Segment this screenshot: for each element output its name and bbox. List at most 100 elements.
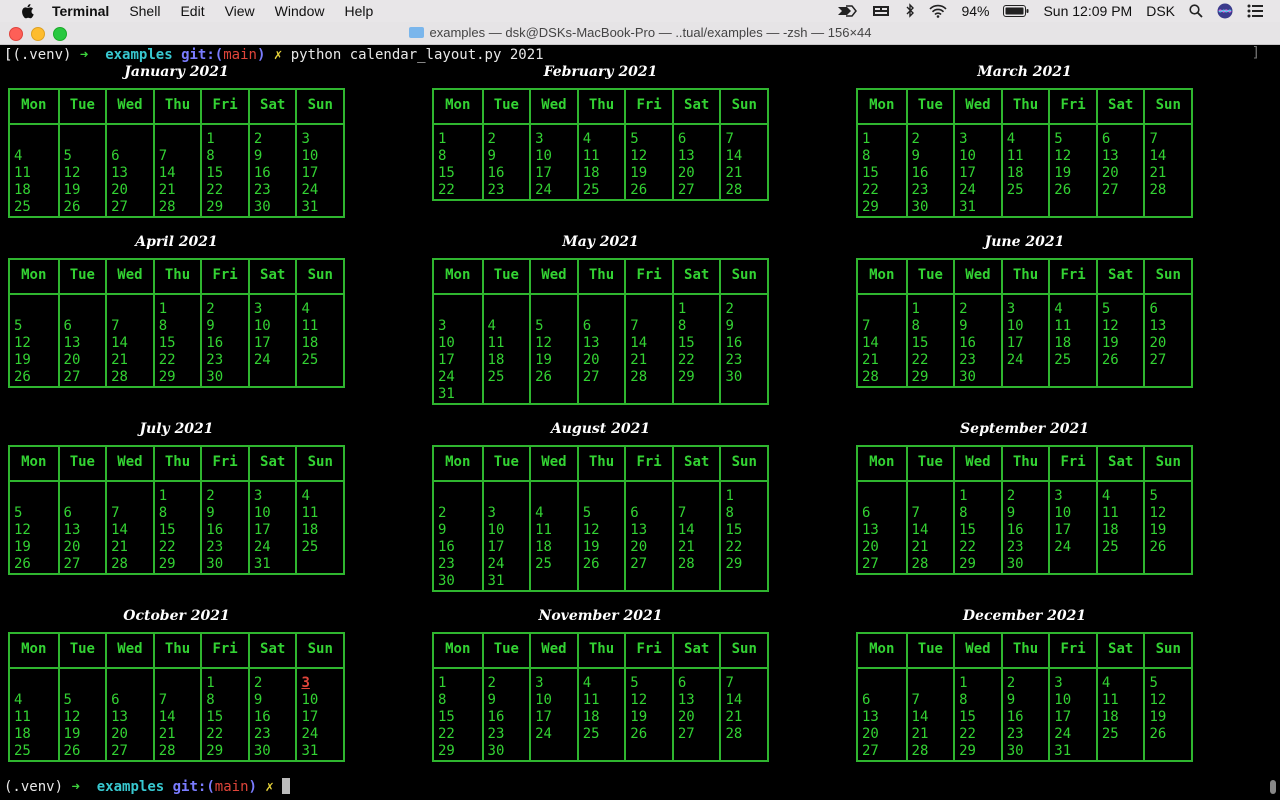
- weekday-label: Wed: [105, 260, 153, 293]
- weekday-label: Mon: [21, 97, 47, 113]
- wifi-icon[interactable]: [929, 4, 948, 18]
- day-cell: 13: [1101, 148, 1119, 164]
- day-column: 4 11 18 25: [1048, 295, 1096, 386]
- day-cell: 30: [438, 573, 455, 589]
- terminal-content[interactable]: ] [(.venv) ➜ examples git:(main) ✗ pytho…: [0, 45, 1280, 800]
- weekday-label: Sat: [671, 447, 720, 480]
- menu-window[interactable]: Window: [265, 0, 335, 22]
- day-cell: 12: [1101, 318, 1119, 334]
- weekday-label: Mon: [21, 454, 47, 470]
- day-cell: 13: [63, 522, 81, 538]
- weekday-label: Sun: [295, 447, 343, 480]
- menu-user[interactable]: DSK: [1146, 3, 1175, 19]
- weekday-label: Fri: [624, 634, 672, 667]
- weekday-label: Sun: [719, 90, 767, 123]
- menu-view[interactable]: View: [215, 0, 265, 22]
- day-column: 5 12 19 26: [576, 482, 625, 590]
- day-cell: 16: [253, 165, 271, 181]
- weekday-label: Thu: [1000, 90, 1049, 123]
- day-cell: [862, 301, 906, 318]
- day-cell: 31: [959, 199, 976, 215]
- day-column: 7 14 21 28: [719, 125, 767, 199]
- day-cell: 7: [911, 692, 920, 708]
- day-cell: 20: [582, 352, 600, 368]
- day-cell: 22: [911, 352, 929, 368]
- prompt-dirty-mark: ✗: [273, 47, 283, 63]
- weekday-label: Sat: [671, 90, 720, 123]
- day-cell: 14: [911, 522, 929, 538]
- day-cell: 11: [1006, 148, 1024, 164]
- day-column: 3 10 17 24: [1000, 295, 1049, 386]
- scrollbar-thumb[interactable]: [1270, 780, 1276, 794]
- prompt-line[interactable]: (.venv) ➜ examples git:(main) ✗: [4, 778, 291, 795]
- day-cell: 19: [14, 539, 31, 555]
- menu-edit[interactable]: Edit: [170, 0, 214, 22]
- day-cell: 5: [582, 505, 592, 521]
- day-cell: 8: [959, 692, 968, 708]
- day-cell: 17: [438, 352, 455, 368]
- day-column: 4 11 18 25: [295, 295, 343, 386]
- day-column: 7 14 21 28: [624, 295, 672, 403]
- day-cell: 18: [535, 539, 552, 555]
- month-grid: Mon Tue Wed Thu Fri Sat Sun 1 8 15 22 29 2 9 16 23 30 3 10…: [856, 88, 1193, 218]
- day-cell: [630, 386, 672, 403]
- day-column: 4 11 18 25: [10, 125, 58, 216]
- day-cell: 21: [158, 726, 176, 742]
- weekday-label: Wed: [953, 447, 1001, 480]
- siri-icon[interactable]: [1217, 3, 1233, 19]
- day-cell: 15: [959, 522, 976, 538]
- day-cell: 30: [253, 199, 271, 215]
- day-cell: 23: [725, 352, 743, 368]
- day-cell: 17: [253, 522, 271, 538]
- day-cell: 11: [1101, 505, 1119, 521]
- day-cell: 1: [438, 131, 447, 147]
- day-cell: 21: [630, 352, 648, 368]
- day-cell: 23: [959, 352, 976, 368]
- menu-help[interactable]: Help: [334, 0, 383, 22]
- status-app-icon[interactable]: [837, 4, 858, 18]
- day-cell: 31: [301, 743, 319, 759]
- weekday-label: Mon: [869, 454, 895, 470]
- day-column: 7 14 21 28: [719, 669, 767, 760]
- day-cell: 14: [725, 692, 743, 708]
- day-cell: 9: [206, 318, 215, 334]
- weekday-label: Wed: [105, 447, 153, 480]
- day-cell: 6: [582, 318, 592, 334]
- day-cell: 20: [1149, 335, 1167, 351]
- day-cell: [583, 488, 625, 505]
- day-column: 2 9 16 23 30: [200, 482, 248, 573]
- menu-shell[interactable]: Shell: [119, 0, 170, 22]
- day-cell: 19: [1101, 335, 1119, 351]
- notification-center-icon[interactable]: [1247, 4, 1263, 18]
- day-cell: 18: [1101, 709, 1119, 725]
- days-body: 1 8 15 22 2 9 16 23 3 10 17 24 4 11 18 25 5 12 19 26 6 13 20 27…: [434, 125, 767, 199]
- day-column: 7 14 21 28: [1143, 125, 1191, 216]
- menu-clock[interactable]: Sun 12:09 PM: [1043, 3, 1132, 19]
- day-cell: 20: [1101, 165, 1119, 181]
- weekday-label: Sun: [719, 634, 767, 667]
- day-cell: 6: [677, 131, 687, 147]
- apple-icon[interactable]: [20, 3, 34, 19]
- day-cell: 9: [1006, 692, 1016, 708]
- bluetooth-icon[interactable]: [905, 3, 915, 19]
- day-cell: 1: [206, 131, 215, 147]
- spotlight-search-icon[interactable]: [1189, 4, 1203, 18]
- day-cell: 20: [111, 726, 128, 742]
- day-cell: 22: [438, 182, 455, 198]
- day-cell: 26: [535, 369, 552, 385]
- status-app2-icon[interactable]: [871, 4, 891, 18]
- day-cell: 3: [301, 131, 310, 147]
- day-cell: [678, 743, 720, 760]
- battery-icon[interactable]: [1003, 5, 1029, 17]
- day-cell: 26: [1054, 182, 1072, 198]
- day-cell: 26: [1149, 539, 1167, 555]
- day-cell: [1007, 369, 1049, 386]
- day-cell: 7: [111, 318, 120, 334]
- weekday-label: Sat: [1095, 260, 1144, 293]
- weekday-label: Sat: [1095, 447, 1144, 480]
- weekday-label: Tue: [481, 634, 530, 667]
- day-cell: [64, 301, 106, 318]
- day-cell: 16: [1006, 522, 1024, 538]
- menu-app-terminal[interactable]: Terminal: [42, 0, 119, 22]
- day-cell: 5: [535, 318, 544, 334]
